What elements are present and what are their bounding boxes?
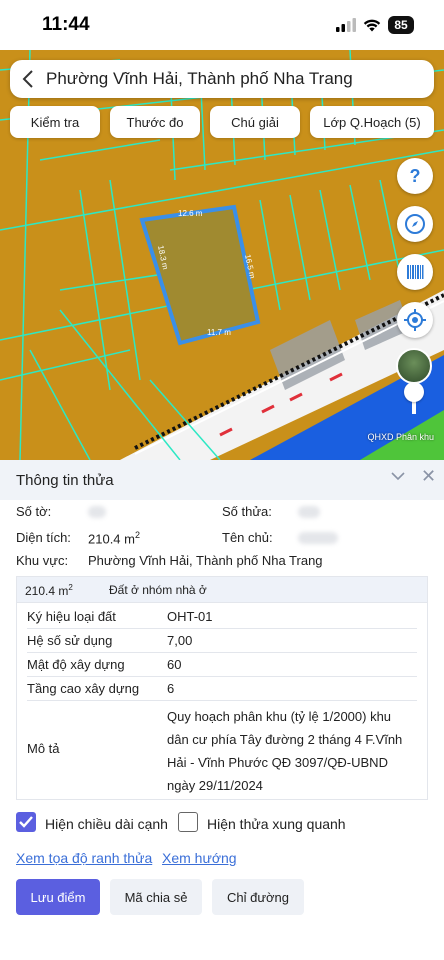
panel-header: Thông tin thửa ✕ [0,460,444,500]
dim-bottom-label: 11.7 m [207,328,231,337]
row-label: Ký hiệu loại đất [27,609,116,624]
locate-button[interactable] [397,302,433,338]
parcel-number-value [298,506,320,518]
table-row: Ký hiệu loại đất OHT-01 [27,605,417,629]
planning-area: 210.4 m2 [25,583,73,598]
chevron-down-icon[interactable] [390,468,406,484]
status-time: 11:44 [42,14,90,35]
status-bar: 11:44 85 [0,0,444,50]
description-label: Mô tả [27,741,60,756]
description-row: Mô tả Quy hoạch phân khu (tỷ lệ 1/2000) … [27,701,417,797]
planning-details-table: 210.4 m2 Đất ở nhóm nhà ở Ký hiệu loại đ… [16,576,428,800]
status-icons: 85 [336,16,414,34]
back-arrow-icon[interactable] [10,60,46,98]
svg-text:?: ? [410,166,421,186]
description-text: Quy hoạch phân khu (tỷ lệ 1/2000) khu dâ… [167,709,403,793]
sheet-number-label: Số tờ: [16,504,52,519]
location-title: Phường Vĩnh Hải, Thành phố Nha Trang [46,69,353,88]
neighbors-label[interactable]: Hiện thửa xung quanh [207,816,346,832]
table-row: Hệ số sử dụng 7,00 [27,629,417,653]
location-header[interactable]: Phường Vĩnh Hải, Thành phố Nha Trang [10,60,434,98]
row-value: 6 [167,681,175,696]
compass-icon [405,214,425,234]
wifi-icon [363,19,381,32]
help-button[interactable]: ? [397,158,433,194]
ruler-button[interactable]: Thước đo [110,106,200,138]
table-row: Tầng cao xây dựng 6 [27,677,417,701]
directions-button[interactable]: Chỉ đường [212,879,304,915]
compass-button[interactable] [397,206,433,242]
signal-icon [336,18,356,32]
edge-length-label[interactable]: Hiện chiều dài cạnh [45,816,168,832]
battery-indicator: 85 [388,16,414,34]
area-label: Diện tích: [16,530,71,545]
land-type: Đất ở nhóm nhà ở [109,583,207,597]
row-value: 60 [167,657,182,672]
parcel-number-label: Số thửa: [222,504,272,519]
row-label: Hệ số sử dụng [27,633,113,648]
sheet-number-value [88,506,106,518]
map-toolbar: Kiểm tra Thước đo Chú giải Lớp Q.Hoạch (… [10,106,434,138]
region-label: Khu vực: [16,553,69,568]
opacity-slider-handle[interactable] [404,382,424,402]
panel-title: Thông tin thửa [16,472,114,489]
region-value: Phường Vĩnh Hải, Thành phố Nha Trang [88,553,323,568]
table-row: Mật độ xây dựng 60 [27,653,417,677]
checkmark-icon [19,816,33,828]
area-value: 210.4 m2 [88,530,140,547]
row-label: Tầng cao xây dựng [27,681,140,696]
row-label: Mật độ xây dựng [27,657,125,672]
map-credit: QHXD Phân khu [367,432,434,442]
planning-details-header: 210.4 m2 Đất ở nhóm nhà ở [17,577,427,603]
planning-layers-button[interactable]: Lớp Q.Hoạch (5) [310,106,434,138]
dim-top-label: 12.6 m [178,209,203,218]
close-icon[interactable]: ✕ [421,467,436,485]
question-icon: ? [410,166,421,186]
neighbors-checkbox[interactable] [178,812,198,832]
row-value: OHT-01 [167,609,213,624]
barcode-icon [407,265,424,279]
legend-button[interactable]: Chú giải [210,106,300,138]
barcode-button[interactable] [397,254,433,290]
parcel-info-panel: Thông tin thửa ✕ Số tờ: Số thửa: Diện tí… [0,460,444,960]
satellite-thumbnail[interactable] [396,348,432,384]
share-code-button[interactable]: Mã chia sẻ [110,879,202,915]
crosshair-icon [404,309,426,331]
view-direction-link[interactable]: Xem hướng [162,850,237,866]
check-button[interactable]: Kiểm tra [10,106,100,138]
owner-value [298,532,338,544]
edge-length-checkbox[interactable] [16,812,36,832]
owner-label: Tên chủ: [222,530,273,545]
row-value: 7,00 [167,633,193,648]
view-coordinates-link[interactable]: Xem tọa độ ranh thửa [16,850,152,866]
save-point-button[interactable]: Lưu điểm [16,879,100,915]
